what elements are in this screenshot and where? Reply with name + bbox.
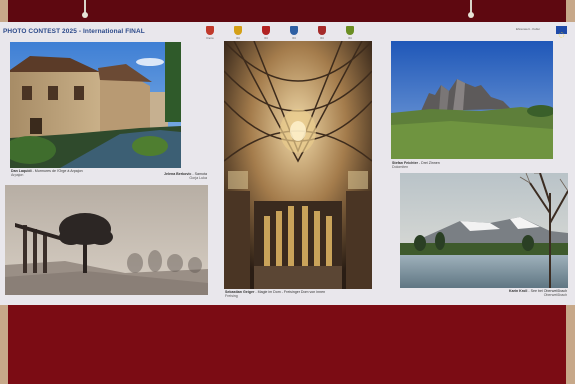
- photo-place: Oberweißbach: [543, 293, 568, 298]
- sponsor-text: Ehrenwert - Kultur: [516, 27, 541, 31]
- photo-place: Dolomiten: [392, 165, 409, 170]
- caption-mountains: Stefan Feichter - Drei Zinnen Dolomiten: [392, 161, 440, 170]
- wall-top-band: [0, 0, 575, 22]
- crest-icon: [318, 26, 326, 35]
- photo-title: Drei Zinnen: [421, 161, 440, 165]
- photo-place: Gorja Luka: [189, 176, 207, 181]
- caption-cathedral: Sebastian Geiger - Magie im Dom - Freisi…: [225, 290, 326, 299]
- hanging-pin-right: [468, 0, 474, 18]
- photo-title: Magie im Dom - Freisinger Dom von innen: [257, 290, 326, 294]
- photo-place: Arpajon: [11, 173, 24, 178]
- crest-caption: Ort: [320, 37, 324, 40]
- photo-author: Karin Kroll: [509, 289, 528, 293]
- crest-icon: [234, 26, 242, 35]
- exhibition-board: PHOTO CONTEST 2025 - International FINAL…: [0, 22, 575, 305]
- wall-bottom-panel: [0, 304, 575, 384]
- crest-icon: [290, 26, 298, 35]
- hanging-pin-left: [82, 0, 88, 18]
- caption-lake: Karin Kroll - See bei Oberweißbach Oberw…: [509, 289, 568, 298]
- photo-misty-trees: [5, 185, 208, 295]
- photo-place: Freising: [225, 294, 238, 299]
- crest-caption: Ort: [264, 37, 268, 40]
- municipality-logos: Krems Ort Ort Ort Ort Ort: [203, 26, 363, 42]
- photo-title: Murmures de l'Orge à Arpajon: [34, 169, 83, 173]
- photo-cathedral-interior: [224, 41, 372, 289]
- crest-caption: Krems: [206, 37, 214, 40]
- crest-icon: [206, 26, 214, 35]
- photo-alpine-lake: [400, 173, 568, 288]
- photo-canal-village: [10, 42, 181, 168]
- crest-caption: Ort: [348, 37, 352, 40]
- board-title: PHOTO CONTEST 2025 - International FINAL: [3, 28, 145, 35]
- crest-icon: [346, 26, 354, 35]
- caption-trees: Jelena Berkovic - Samota Gorja Luka: [164, 172, 207, 181]
- crest-icon: [262, 26, 270, 35]
- photo-author: Jelena Berkovic: [164, 172, 192, 176]
- crest-caption: Ort: [236, 37, 240, 40]
- photo-mountain-peaks: [391, 41, 553, 159]
- crest-caption: Ort: [292, 37, 296, 40]
- eu-flag-icon: [556, 26, 567, 38]
- caption-canal: Dan Laquidi - Murmures de l'Orge à Arpaj…: [11, 169, 83, 178]
